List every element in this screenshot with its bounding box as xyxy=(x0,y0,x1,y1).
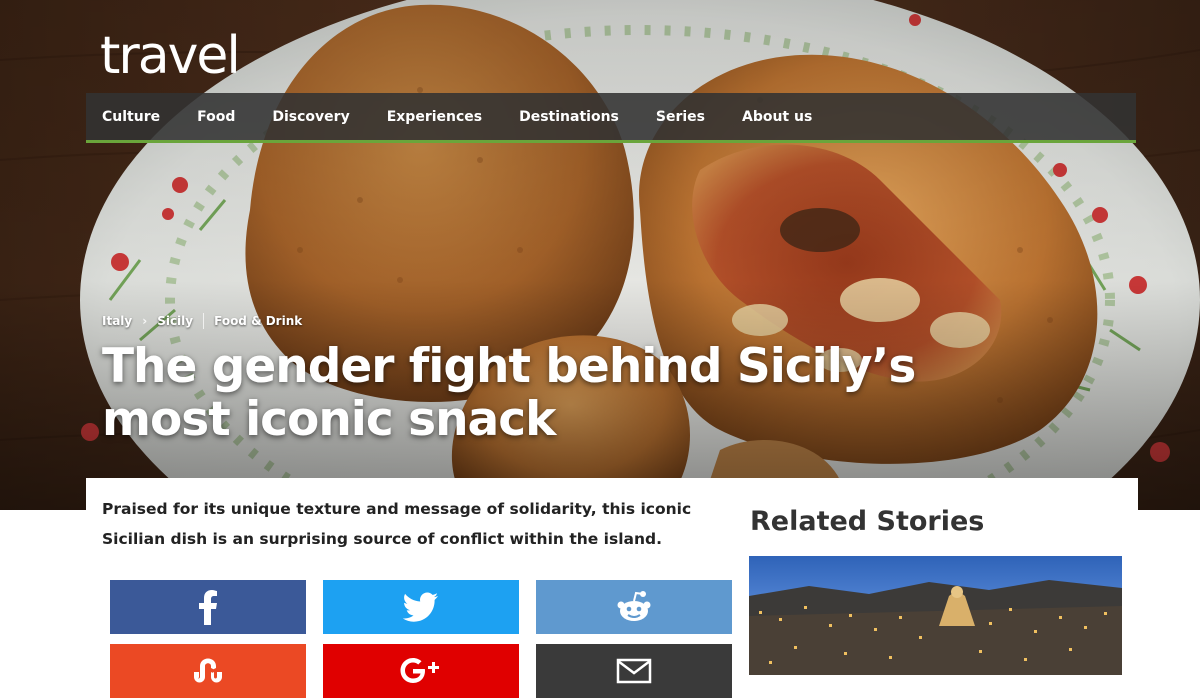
breadcrumb-food-drink[interactable]: Food & Drink xyxy=(214,314,302,328)
nav-item-series[interactable]: Series xyxy=(656,109,705,125)
article-standfirst: Praised for its unique texture and messa… xyxy=(102,500,692,548)
nav-item-experiences[interactable]: Experiences xyxy=(387,109,482,125)
breadcrumb-divider xyxy=(203,313,205,329)
share-google-plus-button[interactable] xyxy=(323,644,519,698)
related-stories-heading: Related Stories xyxy=(750,506,985,537)
nav-item-destinations[interactable]: Destinations xyxy=(519,109,619,125)
share-reddit-button[interactable] xyxy=(536,580,732,634)
breadcrumb-chevron-icon: › xyxy=(142,314,148,328)
facebook-icon xyxy=(199,590,217,625)
breadcrumb-sicily[interactable]: Sicily xyxy=(157,314,193,328)
breadcrumb-italy[interactable]: Italy xyxy=(102,314,132,328)
share-facebook-button[interactable] xyxy=(110,580,306,634)
nav-item-food[interactable]: Food xyxy=(197,109,235,125)
town-at-dusk-image xyxy=(749,556,1122,675)
site-logo[interactable]: travel xyxy=(100,30,241,82)
breadcrumb: Italy › Sicily Food & Drink xyxy=(102,313,302,329)
reddit-icon xyxy=(617,591,651,621)
share-email-button[interactable] xyxy=(536,644,732,698)
nav-item-discovery[interactable]: Discovery xyxy=(272,109,349,125)
nav-item-culture[interactable]: Culture xyxy=(102,109,160,125)
share-stumbleupon-button[interactable] xyxy=(110,644,306,698)
main-nav: Culture Food Discovery Experiences Desti… xyxy=(86,93,1136,143)
share-twitter-button[interactable] xyxy=(323,580,519,634)
nav-item-about-us[interactable]: About us xyxy=(742,109,812,125)
article-headline: The gender fight behind Sicily’s most ic… xyxy=(102,339,916,447)
related-story-thumbnail[interactable] xyxy=(749,556,1122,675)
google-plus-icon xyxy=(400,658,439,683)
share-buttons xyxy=(110,580,732,698)
twitter-icon xyxy=(403,592,438,622)
stumbleupon-icon xyxy=(194,658,222,683)
email-icon xyxy=(616,658,652,684)
article-panel: Praised for its unique texture and messa… xyxy=(86,478,1138,698)
